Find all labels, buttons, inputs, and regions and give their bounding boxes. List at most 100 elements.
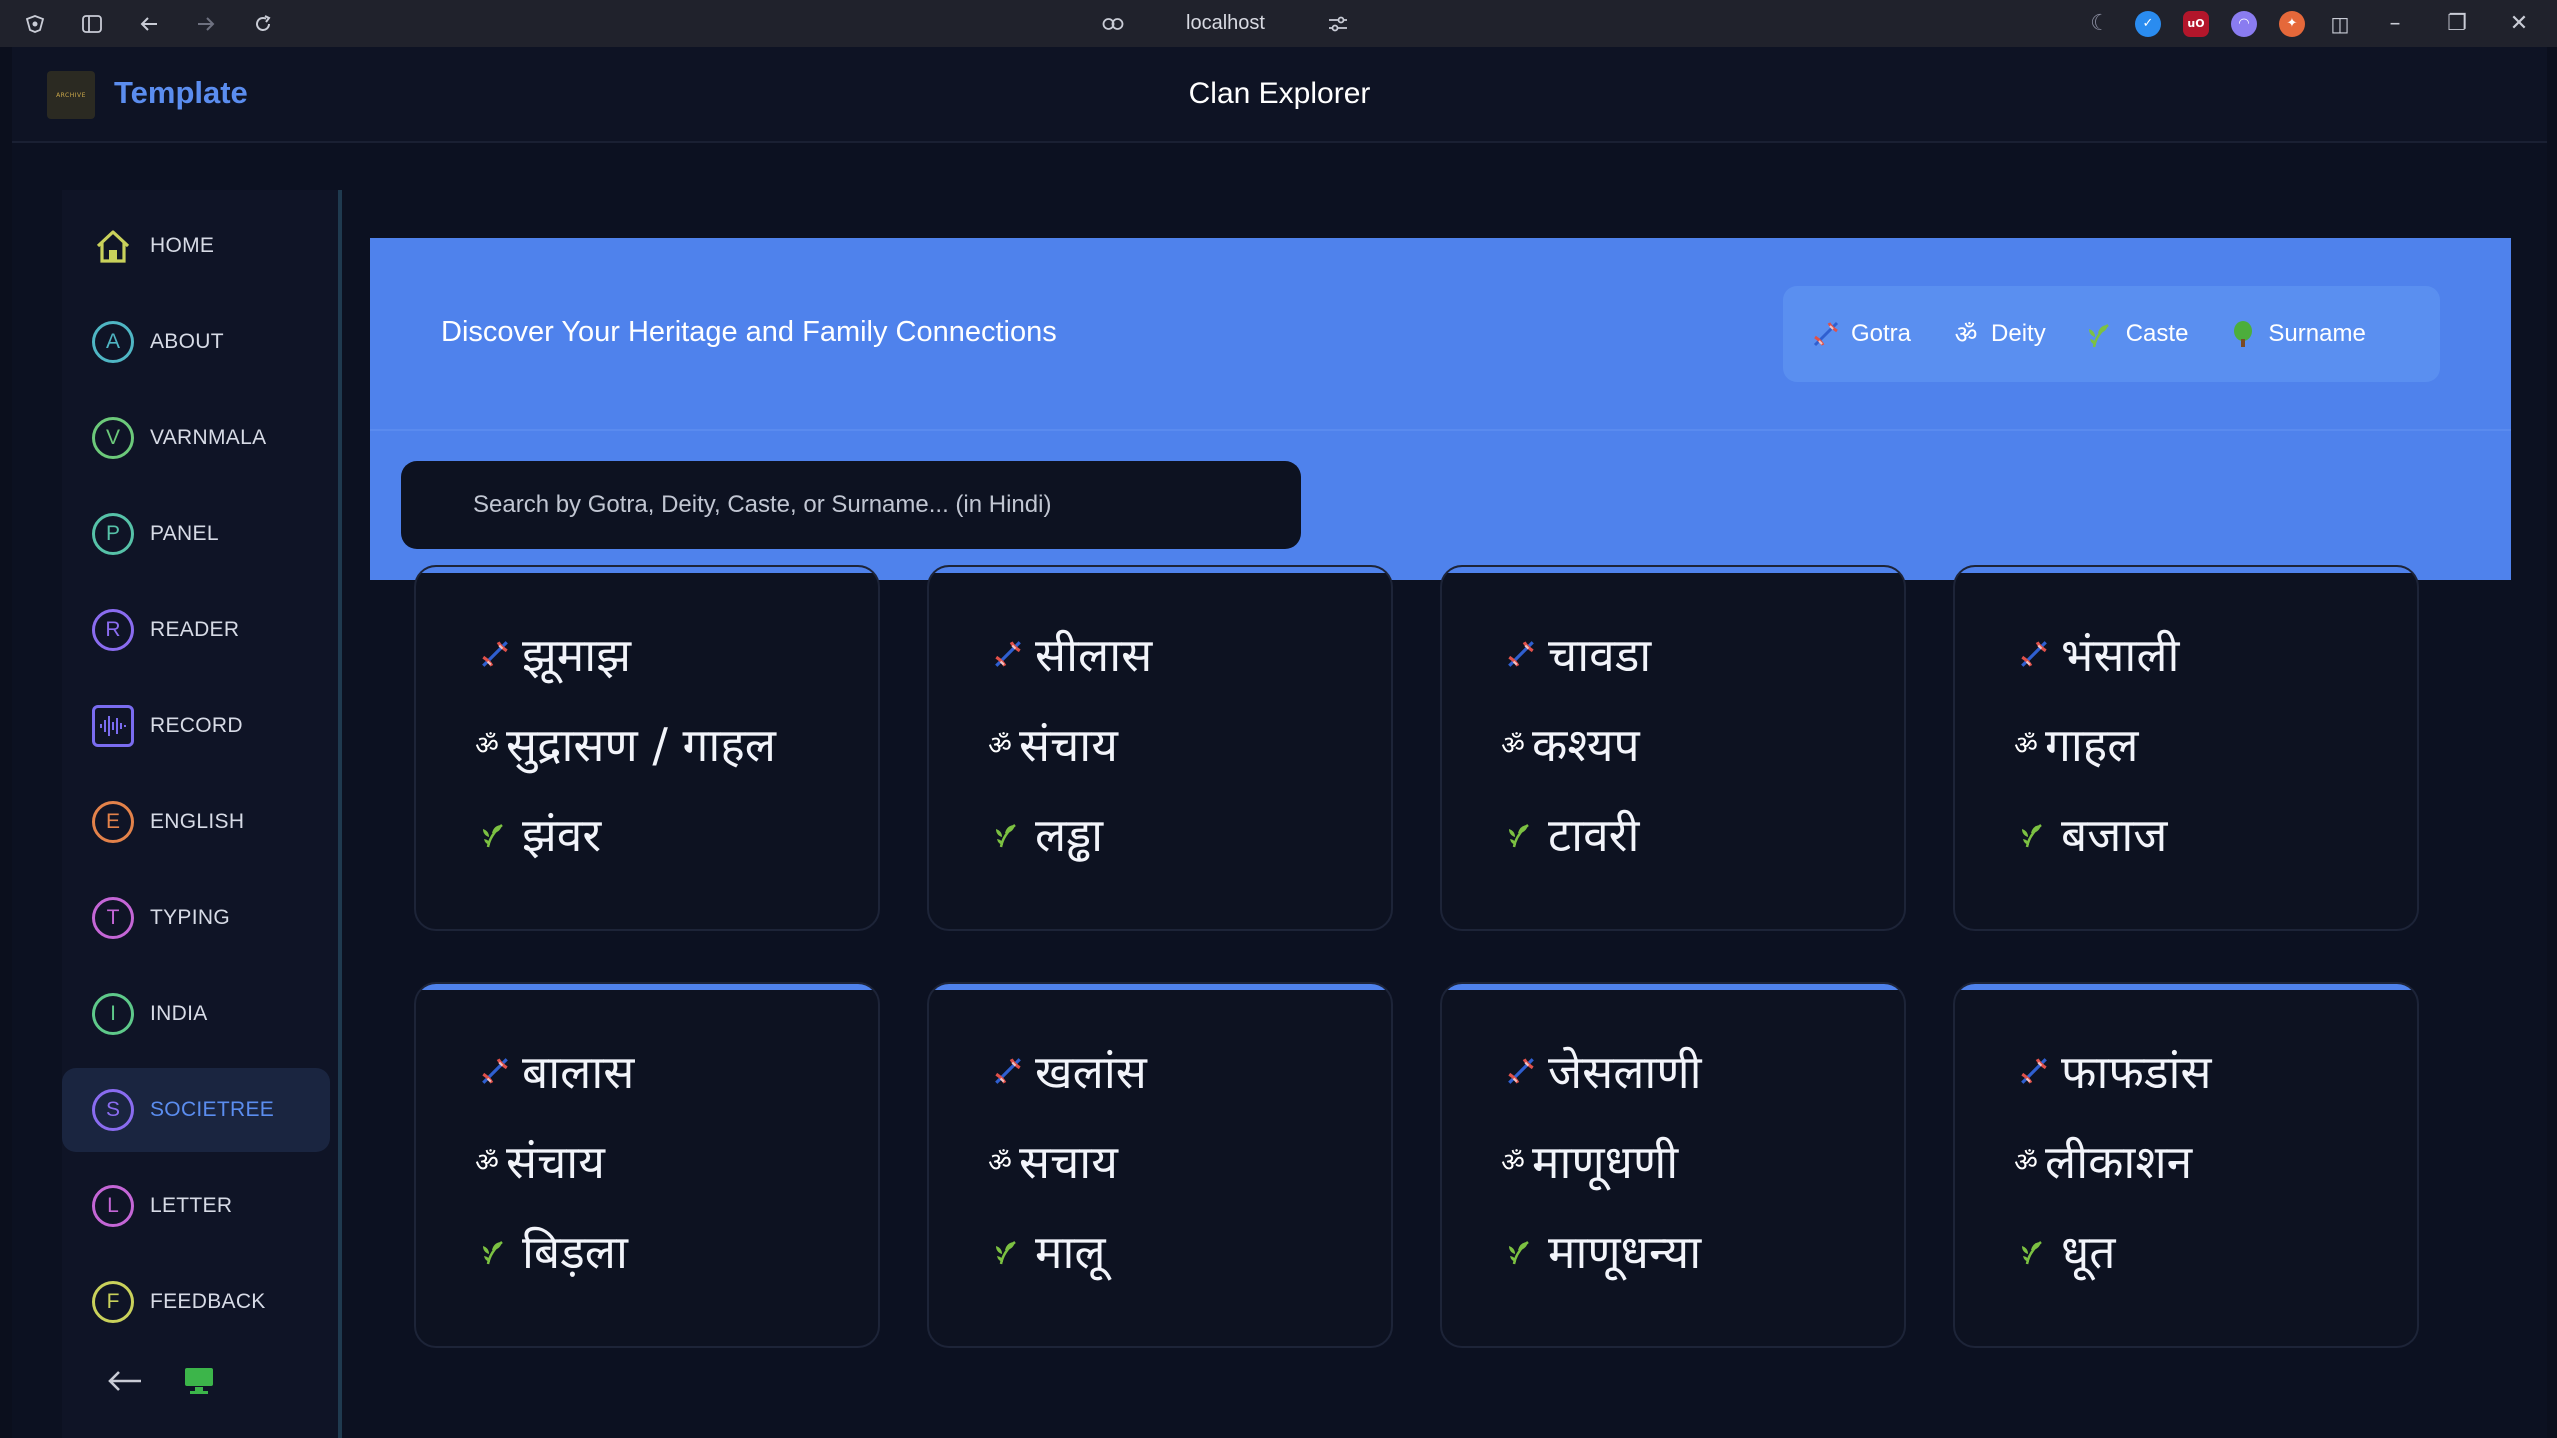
dark-mode-icon[interactable]: ☾ [2087, 11, 2113, 37]
sidebar-item-label: PANEL [150, 522, 219, 545]
card-caste-row: लड्ढा [991, 803, 1103, 865]
chip-label: Deity [1991, 320, 2046, 347]
address-bar-url[interactable]: localhost [1186, 12, 1265, 35]
hero-section: Discover Your Heritage and Family Connec… [370, 238, 2511, 580]
link-icon[interactable] [1100, 11, 1126, 37]
ublock-icon[interactable]: uO [2183, 10, 2209, 37]
card-gotra-row: फाफडांस [2017, 1040, 2211, 1102]
card-caste: माणूधन्या [1548, 1225, 1702, 1279]
card-gotra: खलांस [1035, 1045, 1147, 1099]
page-title: Clan Explorer [1188, 77, 1371, 110]
sidebar-item-feedback[interactable]: F FEEDBACK [62, 1260, 330, 1344]
societree-letter-icon: S [92, 1089, 134, 1131]
category-legend: Gotra ॐ Deity Caste Surname [1783, 286, 2440, 382]
ghost-extension-icon[interactable]: ◠ [2231, 10, 2257, 37]
sidebar-item-home[interactable]: HOME [62, 204, 330, 288]
sparkle-extension-icon[interactable]: ✦ [2279, 10, 2305, 37]
restore-icon[interactable]: ❐ [2437, 11, 2477, 36]
card-gotra-row: भंसाली [2017, 623, 2179, 685]
minimize-icon[interactable]: – [2375, 11, 2415, 36]
sidebar-item-english[interactable]: E ENGLISH [62, 780, 330, 864]
extension-blue-icon[interactable]: ✓ [2135, 10, 2161, 37]
card-gotra: जेसलाणी [1548, 1045, 1702, 1099]
hero-heading: Discover Your Heritage and Family Connec… [441, 316, 1057, 348]
card-caste: टावरी [1548, 808, 1640, 862]
om-icon: ॐ [1501, 731, 1525, 761]
browser-logo-icon[interactable] [22, 11, 48, 37]
sprout-icon [991, 817, 1025, 851]
chip-label: Caste [2125, 320, 2189, 347]
card-deity-row: ॐ सचाय [987, 1130, 1118, 1192]
collapse-arrow-icon[interactable] [107, 1370, 143, 1396]
sidebar-item-varnmala[interactable]: V VARNMALA [62, 396, 330, 480]
sprout-icon [991, 1234, 1025, 1268]
clan-card[interactable]: चावडा ॐ कश्यप टावरी [1440, 565, 1906, 931]
chip-deity[interactable]: ॐ Deity [1951, 319, 2046, 349]
card-deity: संचाय [1019, 718, 1118, 772]
sidebar-item-typing[interactable]: T TYPING [62, 876, 330, 960]
card-deity-row: ॐ संचाय [474, 1130, 605, 1192]
sidebar-footer [62, 1345, 338, 1420]
card-accent-bar [1955, 567, 2417, 573]
card-accent-bar [416, 984, 878, 990]
card-gotra: भंसाली [2061, 628, 2180, 682]
close-window-icon[interactable]: ✕ [2499, 11, 2539, 36]
app-header: ARCHIVE Template Clan Explorer [12, 47, 2547, 143]
card-accent-bar [416, 567, 878, 573]
sidebar-item-label: READER [150, 618, 240, 641]
sidebar-item-panel[interactable]: P PANEL [62, 492, 330, 576]
card-accent-bar [1442, 567, 1904, 573]
dna-icon [991, 637, 1025, 671]
card-deity-row: ॐ माणूधणी [1500, 1130, 1678, 1192]
chip-caste[interactable]: Caste [2086, 319, 2189, 349]
sidebar-item-societree[interactable]: S SOCIETREE [62, 1068, 330, 1152]
feedback-letter-icon: F [92, 1281, 134, 1323]
dna-icon [991, 1054, 1025, 1088]
clan-card[interactable]: सीलास ॐ संचाय लड्ढा [927, 565, 1393, 931]
card-caste: मालू [1035, 1225, 1106, 1279]
back-icon[interactable] [136, 11, 162, 37]
monitor-icon[interactable] [183, 1366, 215, 1400]
tree-icon [2228, 319, 2258, 349]
forward-icon[interactable] [193, 11, 219, 37]
sidebar-item-letter[interactable]: L LETTER [62, 1164, 330, 1248]
chip-surname[interactable]: Surname [2228, 319, 2366, 349]
card-caste-row: झंवर [478, 803, 601, 865]
card-gotra-row: सीलास [991, 623, 1152, 685]
about-letter-icon: A [92, 321, 134, 363]
clan-card[interactable]: जेसलाणी ॐ माणूधणी माणूधन्या [1440, 982, 1906, 1348]
reload-icon[interactable] [250, 11, 276, 37]
card-deity-row: ॐ कश्यप [1500, 713, 1640, 775]
search-input[interactable] [401, 461, 1301, 549]
card-accent-bar [1955, 984, 2417, 990]
sidebar-toggle-icon[interactable] [79, 11, 105, 37]
dna-icon [1811, 319, 1841, 349]
clan-card[interactable]: भंसाली ॐ गाहल बजाज [1953, 565, 2419, 931]
sidebar-item-about[interactable]: A ABOUT [62, 300, 330, 384]
sidebar-item-record[interactable]: RECORD [62, 684, 330, 768]
card-deity-row: ॐ सुद्रासण / गाहल [474, 713, 776, 775]
sidebar-item-label: LETTER [150, 1194, 233, 1217]
card-gotra-row: बालास [478, 1040, 634, 1102]
clan-card[interactable]: झूमाझ ॐ सुद्रासण / गाहल झंवर [414, 565, 880, 931]
site-settings-icon[interactable] [1325, 11, 1351, 37]
card-gotra-row: झूमाझ [478, 623, 631, 685]
clan-card[interactable]: फाफडांस ॐ लीकाशन धूत [1953, 982, 2419, 1348]
clan-card[interactable]: खलांस ॐ सचाय मालू [927, 982, 1393, 1348]
split-view-icon[interactable]: ◫ [2327, 11, 2353, 37]
card-caste-row: बिड़ला [478, 1220, 628, 1282]
sidebar-item-label: SOCIETREE [150, 1098, 275, 1121]
panel-letter-icon: P [92, 513, 134, 555]
card-gotra-row: चावडा [1504, 623, 1651, 685]
dna-icon [2017, 637, 2051, 671]
dna-icon [478, 1054, 512, 1088]
card-deity: संचाय [506, 1135, 605, 1189]
sidebar-item-label: RECORD [150, 714, 243, 737]
sidebar-item-reader[interactable]: R READER [62, 588, 330, 672]
clan-card[interactable]: बालास ॐ संचाय बिड़ला [414, 982, 880, 1348]
sidebar-item-india[interactable]: I INDIA [62, 972, 330, 1056]
varnmala-letter-icon: V [92, 417, 134, 459]
sidebar-item-label: ABOUT [150, 330, 224, 353]
card-gotra-row: जेसलाणी [1504, 1040, 1702, 1102]
chip-gotra[interactable]: Gotra [1811, 319, 1911, 349]
